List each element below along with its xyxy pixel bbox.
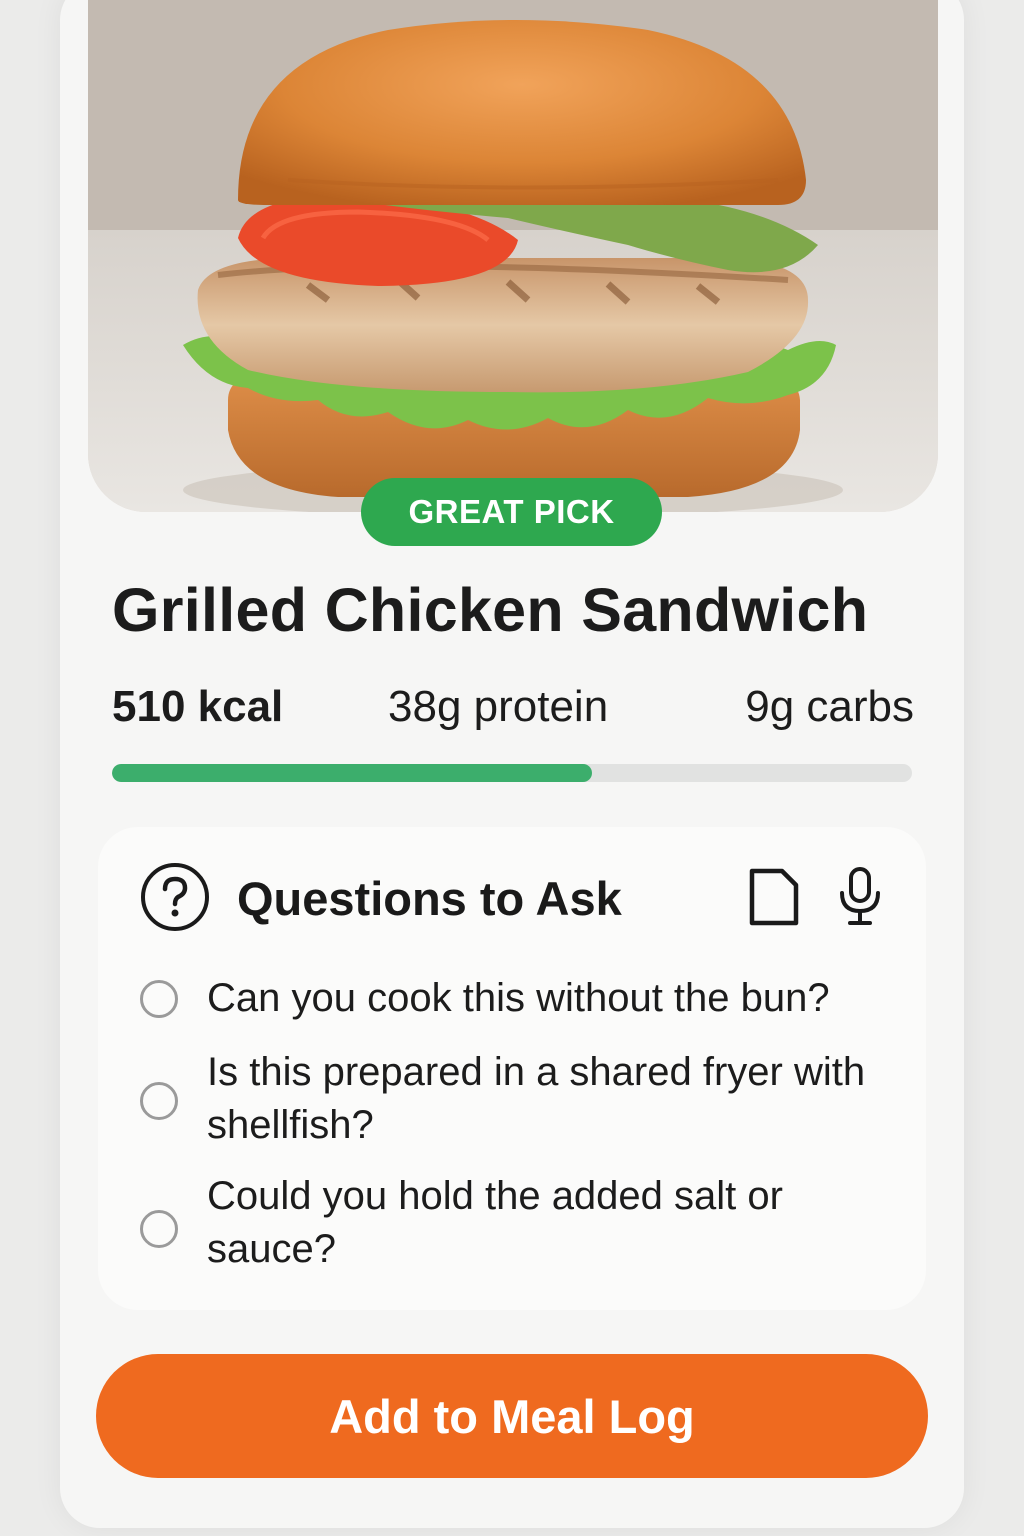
question-item[interactable]: Is this prepared in a shared fryer with … xyxy=(140,1046,900,1152)
great-pick-badge: GREAT PICK xyxy=(361,478,662,546)
question-text: Can you cook this without the bun? xyxy=(207,976,830,1020)
question-circle-icon xyxy=(141,863,209,931)
carbs-value: 9g carbs xyxy=(745,682,914,731)
protein-value: 38g protein xyxy=(388,682,609,731)
question-checkbox[interactable] xyxy=(140,980,178,1018)
add-to-meal-log-button[interactable]: Add to Meal Log xyxy=(96,1354,928,1478)
nutrition-progress-bar xyxy=(112,764,912,782)
calories-value: 510 kcal xyxy=(112,682,284,731)
item-title: Grilled Chicken Sandwich xyxy=(112,576,869,644)
question-text: Is this prepared in a shared fryer with … xyxy=(207,1050,866,1147)
food-photo xyxy=(88,0,938,512)
sandwich-illustration xyxy=(88,0,938,512)
question-text: Could you hold the added salt or sauce? xyxy=(207,1174,783,1271)
question-checkbox[interactable] xyxy=(140,1082,178,1120)
questions-panel: Questions to Ask Can you cook this witho… xyxy=(98,827,926,1310)
microphone-icon[interactable] xyxy=(836,865,884,929)
document-icon[interactable] xyxy=(748,867,800,927)
question-item[interactable]: Could you hold the added salt or sauce? xyxy=(140,1170,900,1276)
nutrition-progress-fill xyxy=(112,764,592,782)
question-checkbox[interactable] xyxy=(140,1210,178,1248)
question-item[interactable]: Can you cook this without the bun? xyxy=(140,972,900,1027)
questions-title: Questions to Ask xyxy=(237,872,622,925)
